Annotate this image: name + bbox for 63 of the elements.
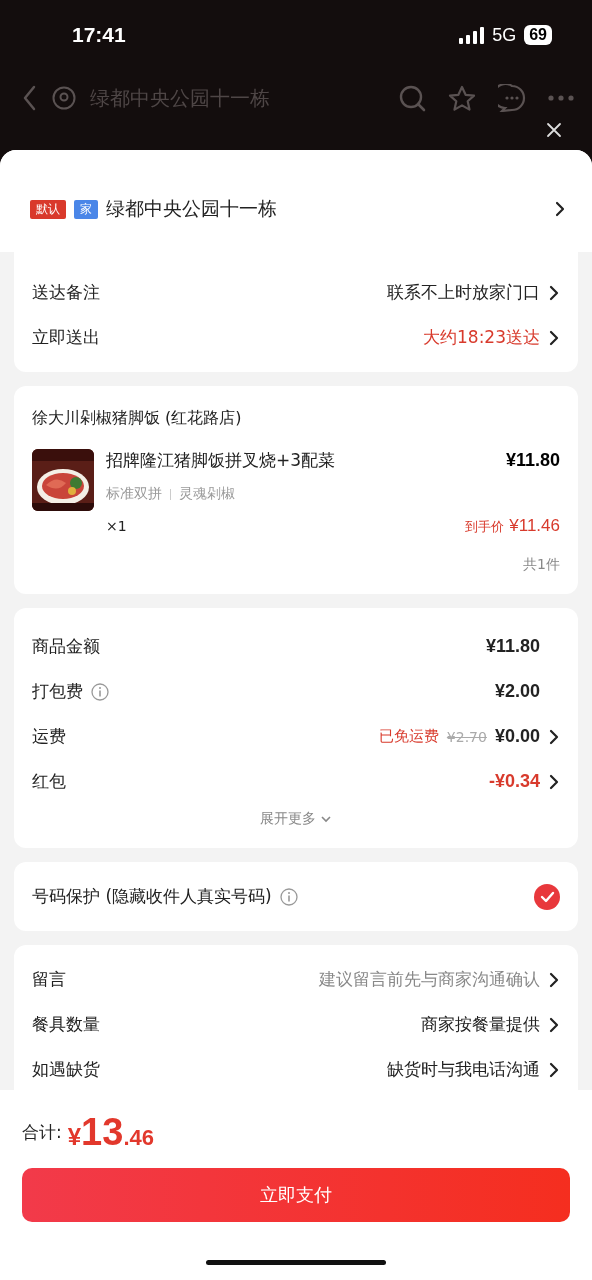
chevron-right-icon[interactable] (548, 1061, 560, 1078)
close-icon[interactable] (546, 122, 562, 138)
star-icon[interactable] (448, 84, 476, 112)
row-label: 送达备注 (32, 281, 100, 304)
final-price: ¥11.46 (509, 516, 560, 535)
option-value[interactable]: 建议留言前先与商家沟通确认 (319, 968, 540, 991)
info-icon[interactable] (279, 887, 298, 906)
checkbox[interactable] (534, 883, 560, 910)
chevron-down-icon (320, 814, 332, 824)
back-icon[interactable] (22, 85, 38, 111)
check-icon (539, 889, 555, 904)
item-title: 招牌隆江猪脚饭拼叉烧+3配菜 (106, 449, 336, 472)
address-text: 绿都中央公园十一栋 (106, 196, 277, 221)
option-value[interactable]: 缺货时与我电话沟通 (387, 1058, 540, 1081)
location-pin-icon (52, 86, 76, 110)
info-icon[interactable] (91, 682, 109, 701)
fee-note: 已免运费 (378, 727, 439, 746)
address-tag: 家 (74, 199, 98, 219)
item-price: ¥11.80 (505, 450, 560, 471)
pay-button[interactable]: 立即支付 (22, 1168, 570, 1222)
signal-icon (459, 26, 485, 44)
item-spec: 灵魂剁椒 (179, 485, 235, 503)
more-icon[interactable] (548, 94, 574, 102)
row-value[interactable]: 联系不上时放家门口 (387, 281, 540, 304)
chevron-right-icon[interactable] (548, 329, 560, 346)
option-label: 餐具数量 (32, 1013, 100, 1036)
fee-value: -¥0.34 (488, 771, 540, 792)
item-spec: 标准双拼 (106, 485, 162, 503)
network-label: 5G (492, 24, 517, 46)
row-label: 立即送出 (32, 326, 100, 349)
address-tag: 默认 (30, 199, 66, 219)
status-time: 17:41 (72, 23, 127, 47)
fee-label: 商品金额 (32, 635, 100, 658)
chevron-right-icon[interactable] (548, 284, 560, 301)
nav-address: 绿都中央公园十一栋 (90, 84, 271, 112)
fee-value: ¥11.80 (485, 636, 540, 657)
expand-more-button[interactable]: 展开更多 (254, 804, 338, 834)
fee-label: 打包费 (32, 680, 83, 703)
chevron-right-icon[interactable] (548, 728, 560, 745)
item-quantity: ×1 (106, 518, 127, 534)
store-name: 徐大川剁椒猪脚饭 (红花路店) (32, 407, 243, 429)
search-icon[interactable] (399, 84, 426, 112)
chevron-right-icon[interactable] (554, 201, 566, 217)
fee-label: 红包 (32, 770, 66, 793)
total-label: 合计: (22, 1120, 62, 1144)
battery-level: 69 (524, 25, 552, 45)
address-row[interactable]: 默认 家 绿都中央公园十一栋 (0, 150, 592, 252)
privacy-label: 号码保护 (隐藏收件人真实号码) (32, 885, 272, 908)
final-price-label: 到手价 (465, 519, 505, 534)
chevron-right-icon[interactable] (548, 773, 560, 790)
option-label: 如遇缺货 (32, 1058, 100, 1081)
fee-value: ¥2.00 (494, 681, 540, 702)
chevron-right-icon[interactable] (548, 971, 560, 988)
fee-value: ¥0.00 (494, 726, 540, 747)
total-amount: ¥13.46 (67, 1110, 154, 1154)
fee-label: 运费 (32, 725, 66, 748)
original-price: ¥2.70 (446, 728, 487, 745)
option-value[interactable]: 商家按餐量提供 (421, 1013, 540, 1036)
chevron-right-icon[interactable] (548, 1016, 560, 1033)
chat-icon[interactable] (498, 84, 526, 112)
row-value[interactable]: 大约18:23送达 (423, 326, 540, 349)
item-count: 共1件 (522, 555, 560, 574)
option-label: 留言 (32, 968, 66, 991)
